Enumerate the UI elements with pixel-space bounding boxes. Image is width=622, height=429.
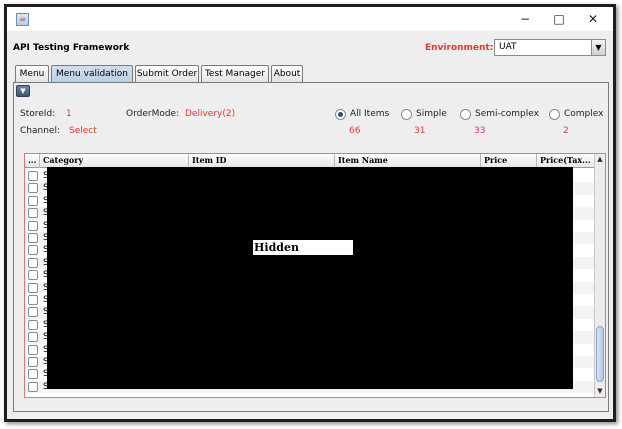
radio-all-items[interactable] (335, 109, 346, 120)
simple-count: 31 (414, 126, 426, 136)
tab-about[interactable]: About (271, 65, 303, 83)
row-checkbox[interactable] (28, 282, 38, 293)
storeid-value: 1 (66, 109, 72, 119)
all-items-label: All Items (350, 109, 390, 119)
scroll-down-icon[interactable]: ▼ (595, 386, 605, 397)
app-title: API Testing Framework (13, 43, 130, 53)
row-checkbox[interactable] (28, 307, 38, 318)
java-icon: ☕ (16, 13, 29, 26)
app-header: API Testing Framework Environment: UAT ▼ (7, 31, 613, 64)
column-select[interactable]: ... (25, 154, 40, 168)
row-checkbox[interactable] (28, 369, 38, 380)
vertical-scrollbar[interactable]: ▲ ▼ (594, 154, 605, 397)
maximize-button[interactable]: □ (544, 9, 574, 29)
hidden-label: Hidden (253, 240, 353, 255)
environment-label: Environment: (425, 43, 494, 53)
scrollbar-thumb[interactable] (596, 326, 604, 382)
simple-label: Simple (416, 109, 447, 119)
scroll-up-icon[interactable]: ▲ (595, 154, 605, 165)
storeid-label: StoreId: (20, 109, 56, 119)
complex-count: 2 (563, 126, 569, 136)
environment-value: UAT (499, 42, 517, 52)
column-category[interactable]: Category (40, 154, 189, 168)
title-bar: ☕ − □ ✕ (7, 7, 613, 31)
column-price[interactable]: Price (481, 154, 537, 168)
row-checkbox[interactable] (28, 344, 38, 355)
row-checkbox[interactable] (28, 245, 38, 256)
column-item-name[interactable]: Item Name (335, 154, 481, 168)
radio-complex[interactable] (549, 109, 560, 120)
row-checkbox[interactable] (28, 233, 38, 243)
row-checkbox[interactable] (28, 183, 38, 194)
ordermode-value: Delivery(2) (185, 109, 236, 119)
close-button[interactable]: ✕ (578, 9, 608, 29)
row-checkbox[interactable] (28, 195, 38, 206)
row-checkbox[interactable] (28, 208, 38, 219)
collapse-toggle-icon[interactable]: ▼ (16, 85, 30, 97)
chevron-down-icon[interactable]: ▼ (591, 40, 605, 55)
row-checkbox[interactable] (28, 357, 38, 367)
ordermode-label: OrderMode: (126, 109, 180, 119)
row-checkbox[interactable] (28, 332, 38, 343)
tab-submit-order[interactable]: Submit Order (135, 65, 199, 83)
column-price-tax[interactable]: Price(Tax... (537, 154, 595, 168)
row-checkbox[interactable] (28, 171, 38, 181)
row-checkbox[interactable] (28, 381, 38, 392)
tab-menu[interactable]: Menu (15, 65, 49, 83)
radio-simple[interactable] (401, 109, 412, 120)
channel-select[interactable]: Select (69, 126, 97, 136)
row-checkbox[interactable] (28, 220, 38, 231)
row-checkbox[interactable] (28, 295, 38, 305)
row-checkbox[interactable] (28, 257, 38, 268)
tab-test-manager[interactable]: Test Manager (201, 65, 269, 83)
semi-complex-label: Semi-complex (475, 109, 539, 119)
table-header: ... Category Item ID Item Name Price Pri… (25, 154, 595, 168)
radio-semi-complex[interactable] (460, 109, 471, 120)
complex-label: Complex (564, 109, 604, 119)
tab-menu-validation[interactable]: Menu validation (51, 65, 133, 83)
redaction-block (47, 167, 573, 389)
row-checkbox[interactable] (28, 270, 38, 281)
column-item-id[interactable]: Item ID (189, 154, 335, 168)
environment-dropdown[interactable]: UAT ▼ (494, 39, 606, 56)
minimize-button[interactable]: − (510, 9, 540, 29)
channel-label: Channel: (20, 126, 60, 136)
all-items-count: 66 (349, 126, 361, 136)
row-checkbox[interactable] (28, 319, 38, 330)
semi-complex-count: 33 (474, 126, 486, 136)
